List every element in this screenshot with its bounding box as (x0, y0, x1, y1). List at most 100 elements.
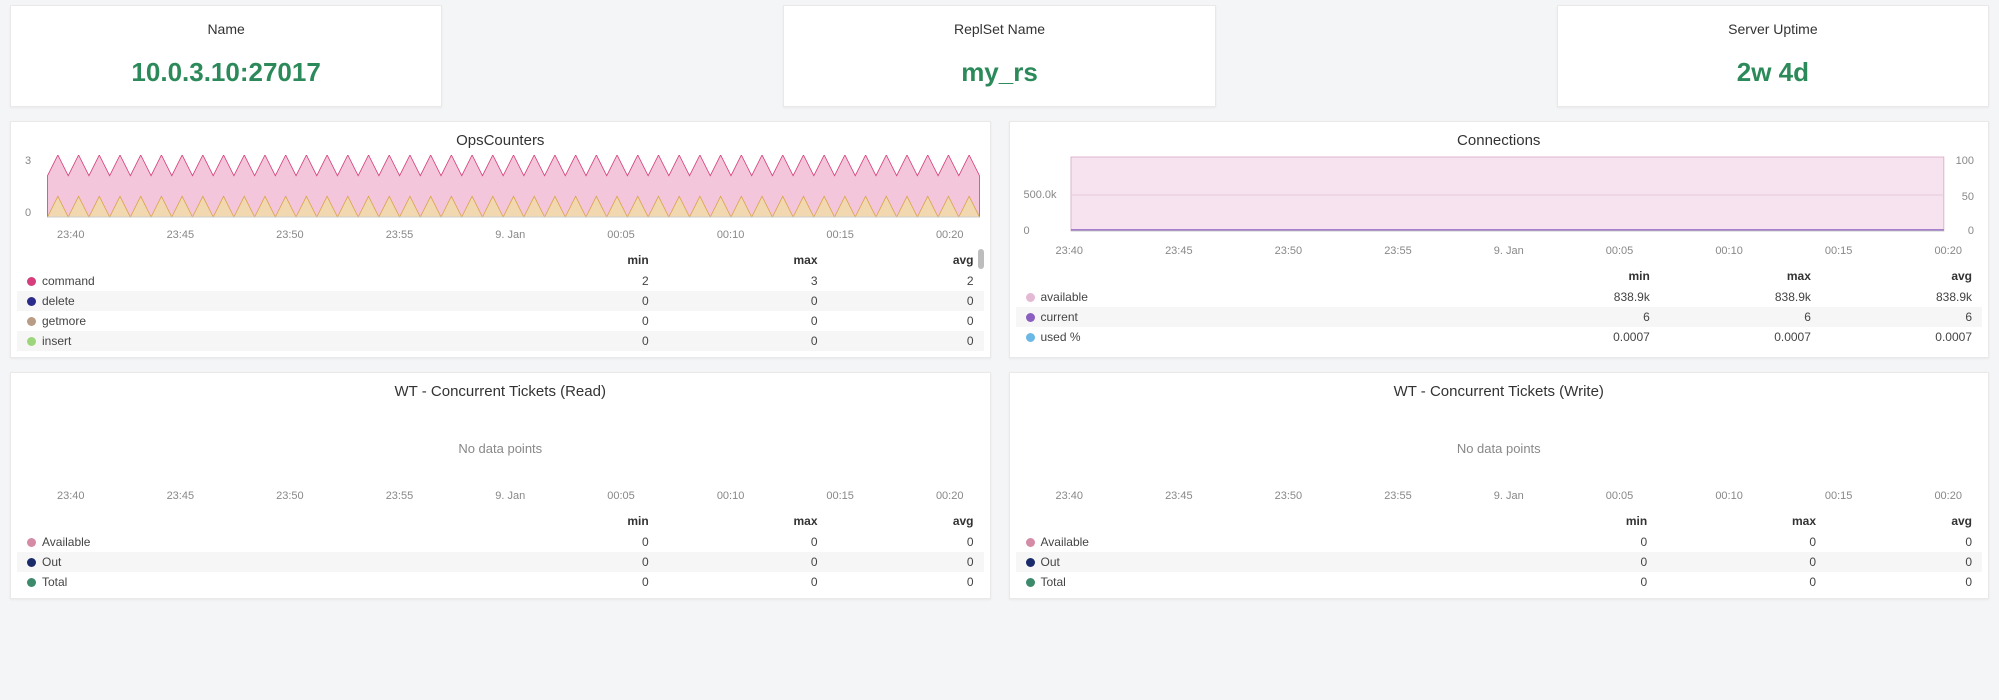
legend-min: 0 (1499, 532, 1657, 552)
x-tick: 00:20 (1934, 245, 1962, 257)
x-tick: 00:05 (607, 229, 635, 241)
legend-max: 0.0007 (1660, 327, 1821, 347)
stat-panel-replset[interactable]: ReplSet Name my_rs (783, 5, 1215, 107)
legend-min: 838.9k (1499, 287, 1660, 307)
chart-row-1: OpsCounters 3 0 23:40 23:45 23:50 23:55 … (0, 107, 1999, 358)
panel-opscounters[interactable]: OpsCounters 3 0 23:40 23:45 23:50 23:55 … (10, 121, 991, 358)
legend-avg: 0 (1826, 552, 1982, 572)
x-tick: 23:40 (1056, 490, 1084, 502)
col-min: min (500, 249, 658, 271)
x-tick: 00:05 (1606, 490, 1634, 502)
no-data-label: No data points (21, 441, 980, 456)
x-tick: 00:10 (1715, 490, 1743, 502)
legend-max: 0 (659, 552, 828, 572)
x-tick: 00:20 (1934, 490, 1962, 502)
stat-panel-uptime[interactable]: Server Uptime 2w 4d (1557, 5, 1989, 107)
legend-row[interactable]: Total000 (17, 572, 984, 592)
x-tick: 23:55 (386, 229, 414, 241)
stat-value: 10.0.3.10:27017 (11, 57, 441, 88)
x-tick: 23:50 (276, 490, 304, 502)
chart-plot-area[interactable]: 3 0 (21, 155, 980, 225)
stat-label: Server Uptime (1558, 21, 1988, 37)
x-tick: 00:05 (1606, 245, 1634, 257)
x-tick: 23:40 (57, 490, 85, 502)
legend-avg: 0 (828, 291, 984, 311)
legend-avg: 6 (1821, 307, 1982, 327)
x-axis: 23:40 23:45 23:50 23:55 9. Jan 00:05 00:… (17, 227, 984, 247)
col-min: min (1499, 510, 1657, 532)
chart-plot-area[interactable]: No data points (1020, 406, 1979, 486)
stat-panel-name[interactable]: Name 10.0.3.10:27017 (10, 5, 442, 107)
chart-row-2: WT - Concurrent Tickets (Read) No data p… (0, 358, 1999, 599)
scrollbar-thumb[interactable] (978, 249, 984, 269)
opscounters-chart-svg (21, 155, 980, 225)
legend-row[interactable]: Available000 (17, 532, 984, 552)
stat-label: Name (11, 21, 441, 37)
stat-label: ReplSet Name (784, 21, 1214, 37)
legend-row[interactable]: Available000 (1016, 532, 1983, 552)
legend-series-name: Total (1016, 572, 1499, 592)
legend-avg: 2 (828, 271, 984, 291)
x-tick: 00:20 (936, 490, 964, 502)
x-axis: 23:40 23:45 23:50 23:55 9. Jan 00:05 00:… (17, 488, 984, 508)
legend-row[interactable]: used %0.00070.00070.0007 (1016, 327, 1983, 347)
x-tick: 23:55 (386, 490, 414, 502)
legend-min: 6 (1499, 307, 1660, 327)
legend-row[interactable]: Total000 (1016, 572, 1983, 592)
x-axis: 23:40 23:45 23:50 23:55 9. Jan 00:05 00:… (1016, 488, 1983, 508)
legend-min: 0 (500, 311, 658, 331)
legend-series-name: insert (17, 331, 500, 351)
legend-max: 3 (659, 271, 828, 291)
no-data-label: No data points (1020, 441, 1979, 456)
series-color-dot (1026, 333, 1035, 342)
legend-max: 0 (659, 572, 828, 592)
x-tick: 00:15 (1825, 490, 1853, 502)
x-axis: 23:40 23:45 23:50 23:55 9. Jan 00:05 00:… (1016, 243, 1983, 263)
col-avg: avg (1821, 265, 1982, 287)
legend-min: 0 (500, 331, 658, 351)
legend-max: 0 (659, 331, 828, 351)
legend-row[interactable]: current666 (1016, 307, 1983, 327)
x-tick: 00:10 (717, 229, 745, 241)
series-color-dot (1026, 578, 1035, 587)
chart-plot-area[interactable]: No data points (21, 406, 980, 486)
series-color-dot (27, 297, 36, 306)
x-tick: 00:15 (1825, 245, 1853, 257)
series-color-dot (27, 558, 36, 567)
legend-min: 0 (500, 552, 658, 572)
y-tick: 0 (1024, 225, 1030, 237)
legend-row[interactable]: available838.9k838.9k838.9k (1016, 287, 1983, 307)
legend-row[interactable]: Out000 (17, 552, 984, 572)
x-tick: 23:40 (1056, 245, 1084, 257)
legend-series-name: Out (17, 552, 500, 572)
legend-row[interactable]: Out000 (1016, 552, 1983, 572)
col-max: max (1660, 265, 1821, 287)
legend-series-name: delete (17, 291, 500, 311)
chart-plot-area[interactable]: 500.0k 0 100 50 0 (1020, 155, 1979, 241)
x-tick: 00:10 (717, 490, 745, 502)
panel-wt-read[interactable]: WT - Concurrent Tickets (Read) No data p… (10, 372, 991, 599)
panel-wt-write[interactable]: WT - Concurrent Tickets (Write) No data … (1009, 372, 1990, 599)
legend-max: 0 (659, 311, 828, 331)
legend-row[interactable]: insert000 (17, 331, 984, 351)
x-tick: 23:50 (1275, 245, 1303, 257)
connections-chart-svg (1020, 155, 1979, 241)
legend-row[interactable]: getmore000 (17, 311, 984, 331)
legend-avg: 0 (1826, 572, 1982, 592)
legend-row[interactable]: delete000 (17, 291, 984, 311)
panel-connections[interactable]: Connections 500.0k 0 100 50 0 23:40 23:4… (1009, 121, 1990, 358)
col-avg: avg (828, 249, 984, 271)
legend-series-name: getmore (17, 311, 500, 331)
stat-value: my_rs (784, 57, 1214, 88)
legend-table: min max avg Available000Out000Total000 (1016, 510, 1983, 592)
x-tick: 00:20 (936, 229, 964, 241)
legend-min: 0.0007 (1499, 327, 1660, 347)
col-max: max (659, 249, 828, 271)
legend-avg: 0 (828, 331, 984, 351)
x-tick: 00:15 (826, 229, 854, 241)
legend-avg: 0 (828, 532, 984, 552)
legend-row[interactable]: command232 (17, 271, 984, 291)
spacer (462, 5, 763, 107)
legend-max: 838.9k (1660, 287, 1821, 307)
stat-value: 2w 4d (1558, 57, 1988, 88)
